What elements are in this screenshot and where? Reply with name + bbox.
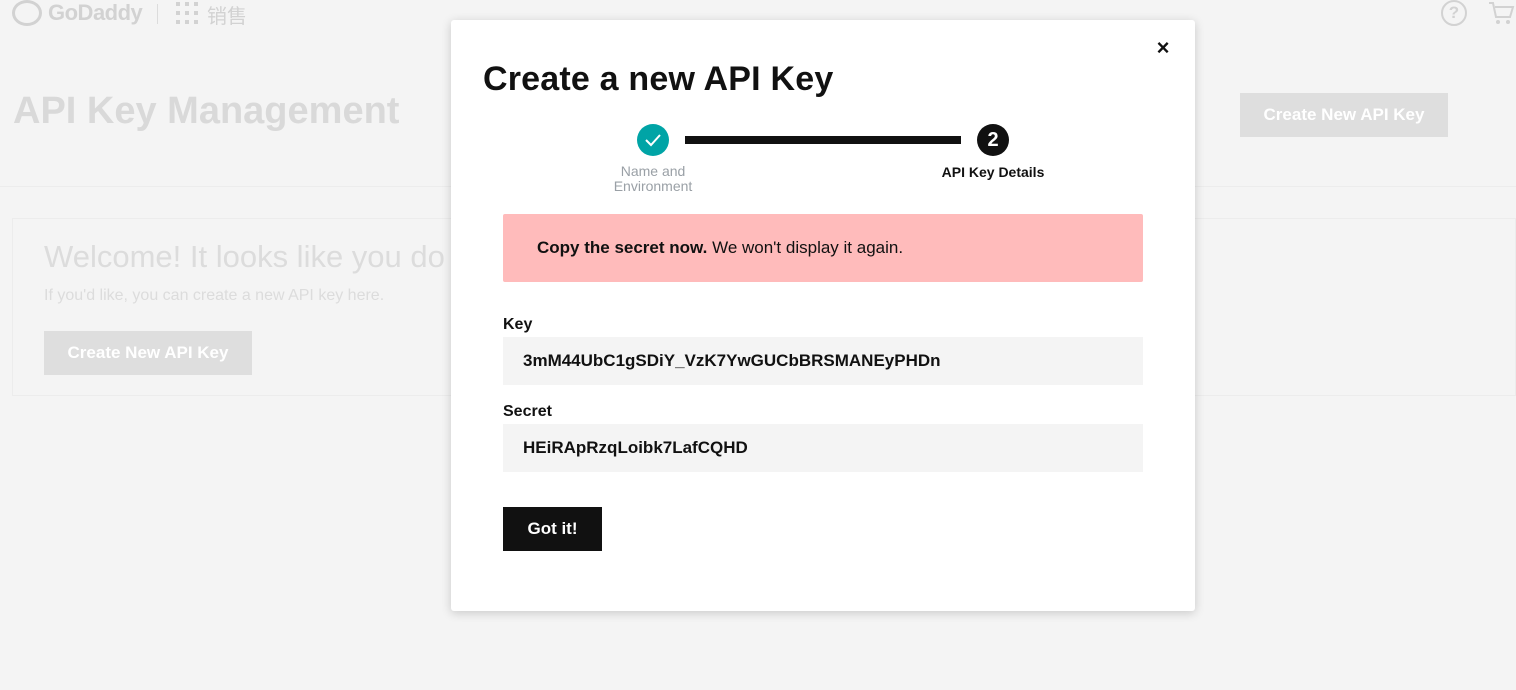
header-divider xyxy=(157,4,158,24)
create-api-key-button-header[interactable]: Create New API Key xyxy=(1240,93,1448,137)
apps-menu-label[interactable]: 销售 xyxy=(207,0,247,29)
page-title: API Key Management xyxy=(13,90,400,132)
check-icon xyxy=(645,134,661,147)
cart-icon[interactable] xyxy=(1488,0,1516,26)
godaddy-logo[interactable]: GoDaddy xyxy=(12,0,143,26)
close-icon[interactable]: × xyxy=(1153,37,1173,59)
welcome-heading: Welcome! It looks like you do xyxy=(44,239,445,274)
key-label: Key xyxy=(503,316,533,333)
welcome-subtext: If you'd like, you can create a new API … xyxy=(44,287,385,304)
logo-text: GoDaddy xyxy=(48,0,143,25)
progress-stepper: Name and Environment 2 API Key Details xyxy=(451,124,1195,200)
alert-bold-text: Copy the secret now. xyxy=(537,238,708,257)
help-icon[interactable]: ? xyxy=(1441,0,1467,26)
godaddy-logo-icon xyxy=(12,0,42,26)
secret-warning-alert: Copy the secret now. We won't display it… xyxy=(503,214,1143,282)
create-api-key-modal: × Create a new API Key Name and Environm… xyxy=(451,20,1195,611)
alert-text: We won't display it again. xyxy=(707,238,904,257)
step-number-indicator: 2 xyxy=(977,124,1009,156)
key-field[interactable]: 3mM44UbC1gSDiY_VzK7YwGUCbBRSMANEyPHDn xyxy=(503,337,1143,385)
step-connector xyxy=(685,136,961,144)
got-it-button[interactable]: Got it! xyxy=(503,507,602,551)
modal-title: Create a new API Key xyxy=(483,60,834,98)
step-label-api-key-details: API Key Details xyxy=(941,164,1045,180)
apps-grid-icon[interactable] xyxy=(176,2,198,24)
secret-field[interactable]: HEiRApRzqLoibk7LafCQHD xyxy=(503,424,1143,472)
create-api-key-button[interactable]: Create New API Key xyxy=(44,331,252,375)
secret-label: Secret xyxy=(503,403,552,420)
step-label-name-environment: Name and Environment xyxy=(613,163,693,194)
step-complete-indicator xyxy=(637,124,669,156)
